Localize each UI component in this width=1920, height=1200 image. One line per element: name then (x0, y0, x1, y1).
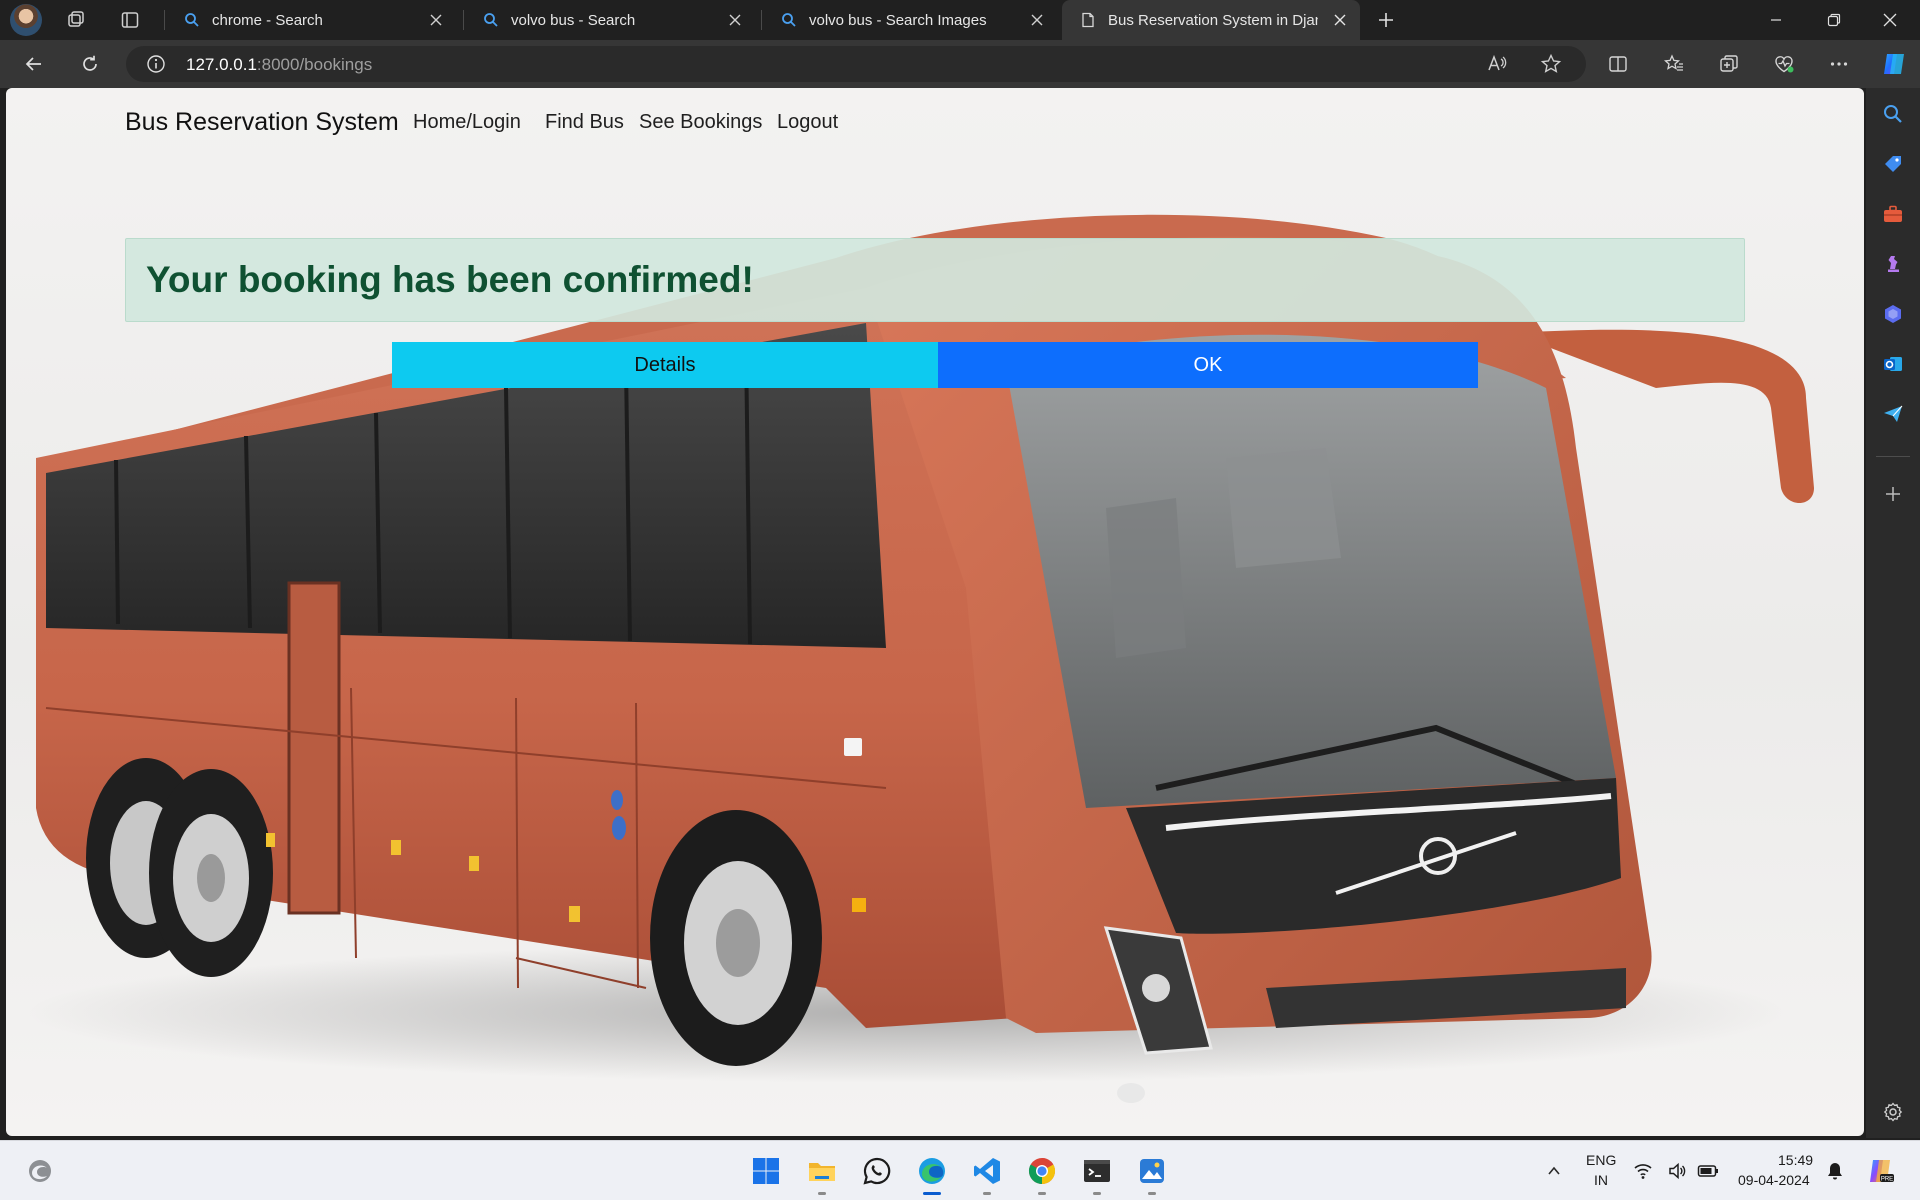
browser-essentials-icon[interactable] (1766, 48, 1802, 80)
close-window-icon[interactable] (1862, 0, 1918, 40)
copilot-taskbar-icon[interactable]: PRE (1860, 1151, 1900, 1191)
vscode-icon[interactable] (967, 1151, 1007, 1191)
details-button[interactable]: Details (392, 342, 938, 388)
copilot-icon[interactable] (1876, 46, 1912, 82)
ok-button[interactable]: OK (938, 342, 1478, 388)
clock-date[interactable]: 09-04-2024 (1738, 1172, 1810, 1188)
site-navbar: Bus Reservation System Home/Login Find B… (6, 88, 1864, 160)
minimize-icon[interactable] (1748, 0, 1804, 40)
page-icon (1080, 12, 1096, 28)
volume-icon[interactable] (1664, 1151, 1690, 1191)
terminal-icon[interactable] (1077, 1151, 1117, 1191)
edge-beta-icon[interactable] (20, 1151, 60, 1191)
booking-confirmed-alert: Your booking has been confirmed! (125, 238, 1745, 322)
nav-see-bookings[interactable]: See Bookings (639, 111, 762, 134)
vertical-tabs-icon[interactable] (114, 4, 146, 36)
tab-volvo-bus-images[interactable]: volvo bus - Search Images (763, 0, 1057, 40)
settings-gear-icon[interactable] (1877, 1096, 1909, 1128)
tab-title: chrome - Search (212, 11, 323, 29)
address-bar[interactable]: 127.0.0.1:8000/bookings (126, 46, 1586, 82)
tab-strip: chrome - Search volvo bus - Search volvo… (0, 0, 1920, 40)
read-aloud-icon[interactable] (1486, 53, 1508, 80)
nav-home-login[interactable]: Home/Login (413, 111, 521, 134)
tools-briefcase-icon[interactable] (1877, 198, 1909, 230)
workspaces-icon[interactable] (60, 4, 92, 36)
shopping-tag-icon[interactable] (1877, 148, 1909, 180)
photos-icon[interactable] (1132, 1151, 1172, 1191)
nav-logout[interactable]: Logout (777, 111, 838, 134)
wifi-icon[interactable] (1630, 1151, 1656, 1191)
windows-taskbar: ENG IN 15:49 09-04-2024 PRE (0, 1140, 1920, 1200)
close-icon[interactable] (725, 10, 745, 30)
tab-title: Bus Reservation System in Djang (1108, 11, 1318, 29)
tab-volvo-bus-search[interactable]: volvo bus - Search (465, 0, 755, 40)
alert-message: Your booking has been confirmed! (146, 259, 754, 300)
start-icon[interactable] (746, 1151, 786, 1191)
chrome-icon[interactable] (1022, 1151, 1062, 1191)
favorites-icon[interactable] (1656, 48, 1692, 80)
search-icon[interactable] (1877, 98, 1909, 130)
outlook-icon[interactable] (1877, 348, 1909, 380)
brand-title[interactable]: Bus Reservation System (125, 108, 399, 137)
url-path: :8000/bookings (256, 55, 373, 74)
games-chess-icon[interactable] (1877, 248, 1909, 280)
battery-icon[interactable] (1694, 1151, 1722, 1191)
refresh-icon[interactable] (72, 48, 108, 80)
new-tab-icon[interactable] (1370, 4, 1402, 36)
more-menu-icon[interactable] (1821, 48, 1857, 80)
language-code[interactable]: ENG (1586, 1152, 1616, 1168)
search-icon (184, 12, 200, 28)
url-host: 127.0.0.1 (186, 55, 257, 74)
edge-sidebar (1866, 88, 1920, 1138)
browser-toolbar: 127.0.0.1:8000/bookings (0, 40, 1920, 88)
site-info-icon[interactable] (146, 54, 166, 79)
search-icon (483, 12, 499, 28)
collections-icon[interactable] (1711, 48, 1747, 80)
file-explorer-icon[interactable] (802, 1151, 842, 1191)
close-icon[interactable] (1027, 10, 1047, 30)
chevron-up-icon[interactable] (1534, 1151, 1574, 1191)
tab-title: volvo bus - Search Images (809, 11, 987, 29)
add-icon[interactable] (1877, 478, 1909, 510)
page-viewport: Bus Reservation System Home/Login Find B… (6, 88, 1864, 1136)
send-drop-icon[interactable] (1877, 398, 1909, 430)
profile-avatar[interactable] (10, 4, 42, 36)
split-screen-icon[interactable] (1600, 48, 1636, 80)
edge-icon[interactable] (912, 1151, 952, 1191)
nav-find-bus[interactable]: Find Bus (545, 111, 624, 134)
close-icon[interactable] (426, 10, 446, 30)
language-region[interactable]: IN (1594, 1172, 1608, 1188)
url-text: 127.0.0.1:8000/bookings (186, 55, 372, 75)
svg-text:PRE: PRE (1881, 1177, 1893, 1183)
tab-title: volvo bus - Search (511, 11, 636, 29)
whatsapp-icon[interactable] (857, 1151, 897, 1191)
search-icon (781, 12, 797, 28)
restore-icon[interactable] (1806, 0, 1862, 40)
tab-chrome-search[interactable]: chrome - Search (166, 0, 456, 40)
close-icon[interactable] (1330, 10, 1350, 30)
notification-bell-icon[interactable] (1822, 1151, 1848, 1191)
back-icon[interactable] (16, 48, 52, 80)
clock-time[interactable]: 15:49 (1778, 1152, 1813, 1168)
tab-bus-reservation[interactable]: Bus Reservation System in Djang (1062, 0, 1360, 40)
favorite-star-icon[interactable] (1540, 53, 1562, 80)
m365-icon[interactable] (1877, 298, 1909, 330)
